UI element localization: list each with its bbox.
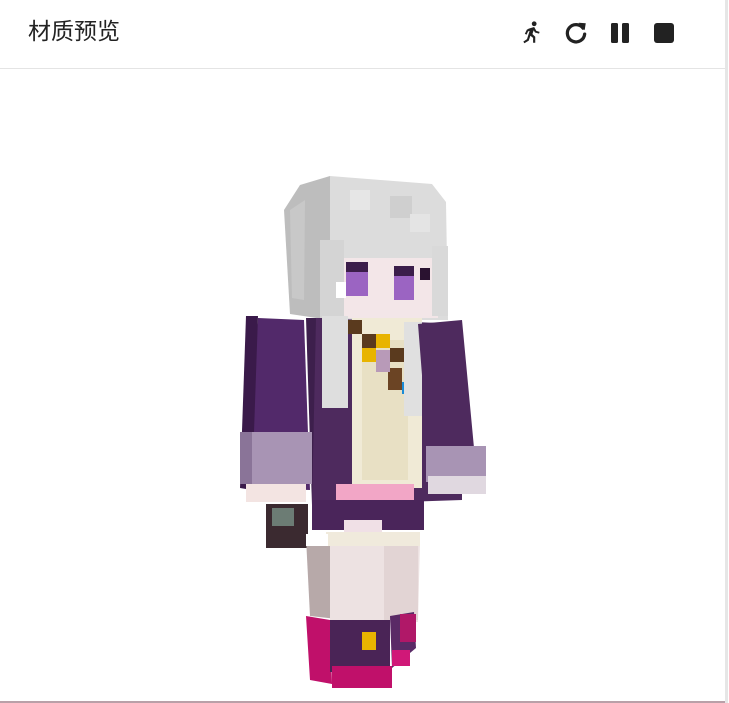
panel-header: 材质预览	[0, 0, 725, 69]
skin-model-3d[interactable]	[0, 69, 725, 701]
model-arm-left	[240, 316, 312, 548]
panel-title: 材质预览	[28, 19, 120, 45]
texture-preview-panel: 材质预览	[0, 0, 728, 703]
model-arm-right	[418, 320, 486, 494]
model-head	[284, 176, 448, 320]
model-legs	[306, 532, 420, 624]
stop-button[interactable]	[649, 18, 679, 48]
pause-button[interactable]	[605, 18, 635, 48]
model-viewport[interactable]	[0, 69, 725, 701]
playback-controls	[517, 18, 679, 48]
reload-icon	[565, 22, 587, 44]
reload-button[interactable]	[561, 18, 591, 48]
model-boots	[306, 612, 416, 688]
pause-icon	[611, 23, 629, 43]
run-icon	[523, 21, 540, 44]
run-animation-button[interactable]	[517, 18, 547, 48]
stop-icon	[654, 23, 674, 43]
